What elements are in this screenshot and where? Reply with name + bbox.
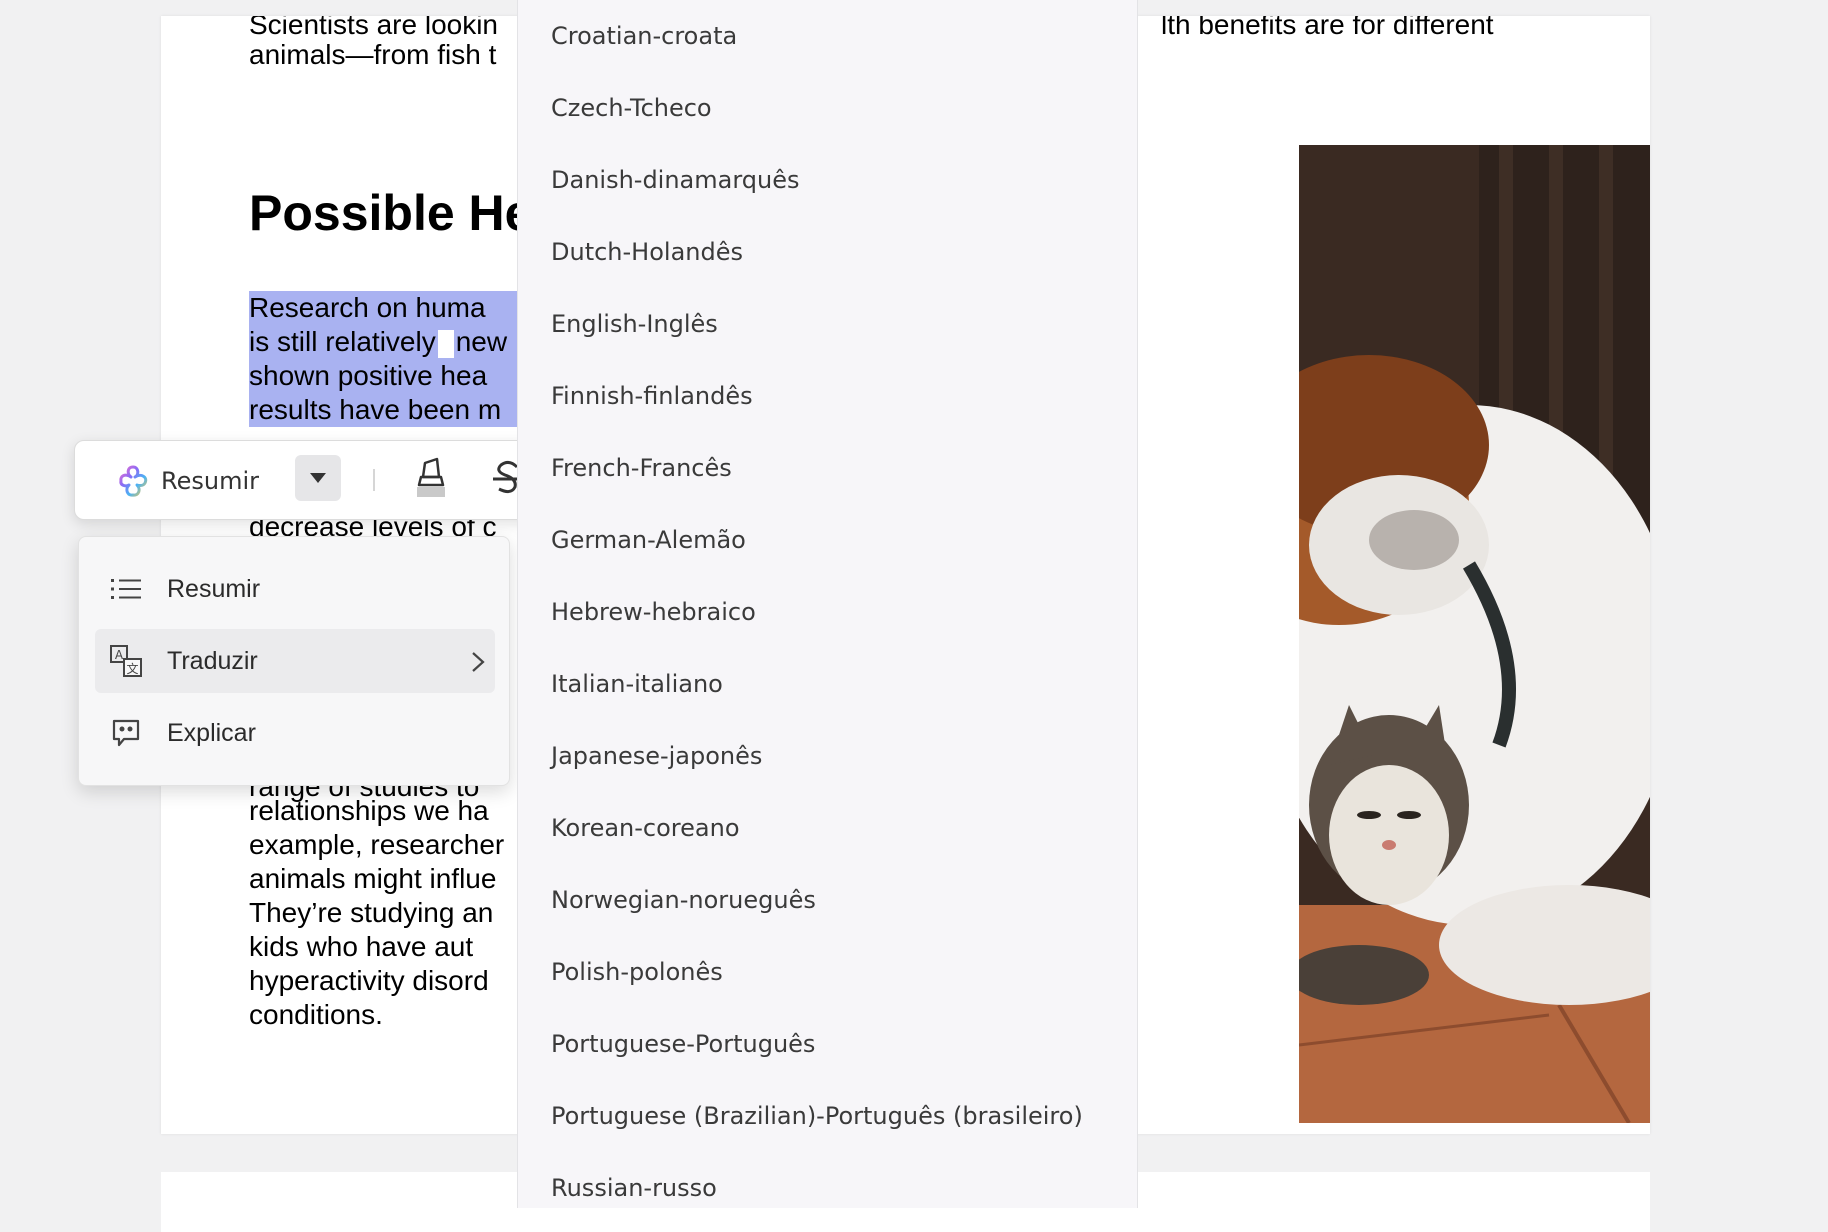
toolbar-divider	[373, 469, 375, 491]
dog-and-cat-photo	[1299, 145, 1650, 1123]
selection-toolbar: Resumir	[74, 440, 536, 520]
language-option[interactable]: Dutch-Holandês	[551, 232, 743, 272]
svg-text:文: 文	[126, 661, 138, 676]
paragraph-line: relationships we ha	[249, 795, 489, 826]
language-option[interactable]: Norwegian-norueguês	[551, 880, 816, 920]
language-option[interactable]: French-Francês	[551, 448, 732, 488]
quote-bubble-icon	[109, 716, 143, 750]
language-option[interactable]: Russian-russo	[551, 1168, 717, 1208]
language-option[interactable]: Polish-polonês	[551, 952, 723, 992]
selected-text-fragment: new	[455, 326, 508, 357]
ai-summarize-label: Resumir	[161, 467, 259, 495]
menu-item-resumir[interactable]: Resumir	[95, 557, 495, 621]
paragraph-line: They’re studying an	[249, 897, 494, 928]
paragraph-line: conditions.	[249, 999, 383, 1030]
language-option[interactable]: German-Alemão	[551, 520, 746, 560]
highlighter-icon	[417, 457, 445, 497]
photo-illustration	[1299, 145, 1650, 1123]
paragraph-line: kids who have aut	[249, 931, 474, 962]
language-option[interactable]: Finnish-finlandês	[551, 376, 753, 416]
svg-text:A: A	[115, 648, 124, 662]
language-option[interactable]: Korean-coreano	[551, 808, 740, 848]
translate-icon: A 文	[109, 644, 143, 678]
language-option[interactable]: Croatian-croata	[551, 16, 737, 56]
section-heading: Possible He	[249, 185, 533, 241]
language-option[interactable]: Italian-italiano	[551, 664, 723, 704]
menu-item-traduzir[interactable]: A 文 Traduzir	[95, 629, 495, 693]
menu-item-label: Resumir	[167, 574, 261, 603]
selected-text-fragment: is still relatively	[249, 326, 436, 357]
language-option[interactable]: Portuguese (Brazilian)-Português (brasil…	[551, 1096, 1083, 1136]
chevron-right-icon	[471, 651, 485, 680]
language-option[interactable]: English-Inglês	[551, 304, 718, 344]
paragraph-line: animals might influe	[249, 863, 497, 894]
language-option[interactable]: Hebrew-hebraico	[551, 592, 756, 632]
menu-item-label: Explicar	[167, 718, 256, 747]
paragraph-line: hyperactivity disord	[249, 965, 489, 996]
list-icon	[109, 572, 143, 606]
language-option[interactable]: Danish-dinamarquês	[551, 160, 800, 200]
highlight-button[interactable]	[411, 457, 451, 501]
paragraph-line: animals—from fish t	[249, 39, 497, 70]
ai-options-dropdown-button[interactable]	[295, 455, 341, 501]
paragraph-line: lth benefits are for different	[1161, 16, 1494, 40]
paragraph-line: example, researcher	[249, 829, 505, 860]
menu-item-label: Traduzir	[167, 646, 258, 675]
language-submenu: Croatian-croata Czech-Tcheco Danish-dina…	[517, 0, 1138, 1208]
language-option[interactable]: Portuguese-Português	[551, 1024, 815, 1064]
ai-actions-menu: Resumir A 文 Traduzir Explicar	[78, 536, 510, 786]
ai-sparkle-icon	[115, 463, 151, 499]
language-option[interactable]: Japanese-japonês	[551, 736, 762, 776]
text-cursor	[437, 329, 454, 358]
language-option[interactable]: Czech-Tcheco	[551, 88, 712, 128]
caret-down-icon	[310, 473, 326, 483]
ai-summarize-button[interactable]: Resumir	[115, 461, 259, 501]
menu-item-explicar[interactable]: Explicar	[95, 701, 495, 765]
